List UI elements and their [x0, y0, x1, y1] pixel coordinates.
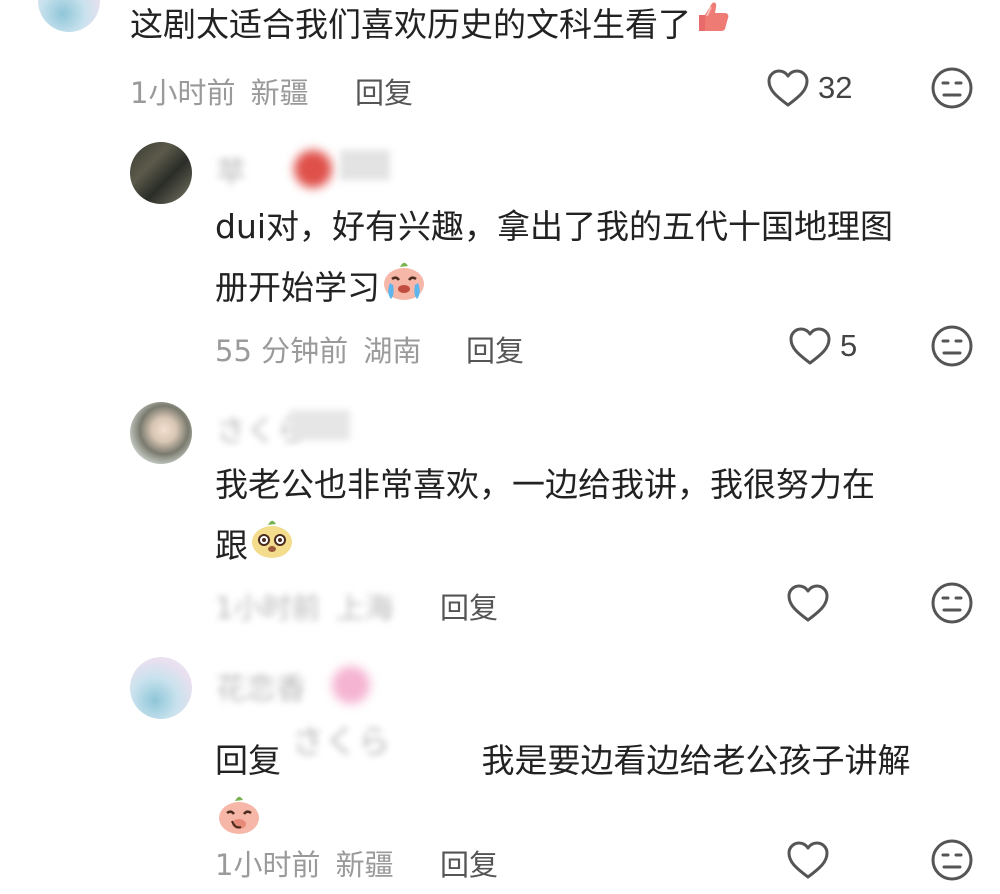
comment-location: 湖南 [363, 334, 422, 368]
unhappy-face-icon [930, 325, 974, 372]
user-badge [332, 666, 370, 704]
comment-text: dui对，好有兴趣，拿出了我的五代十国地理图 册开始学习 [215, 197, 975, 322]
username-suffix [340, 150, 390, 180]
avatar[interactable] [130, 402, 192, 464]
comment-meta: 1小时前 上海 [215, 585, 394, 627]
comment-time: 1小时前 [215, 848, 321, 882]
like-count: 5 [840, 328, 858, 363]
comment-text: 我老公也非常喜欢，一边给我讲，我很努力在 跟 [215, 455, 975, 580]
dislike-button[interactable] [930, 838, 974, 882]
crying-peach-icon [380, 257, 428, 322]
comment-meta: 55 分钟前 湖南 [215, 328, 421, 370]
dislike-button[interactable] [930, 581, 974, 625]
reply-button[interactable]: 回复 [440, 585, 498, 627]
avatar[interactable] [130, 142, 192, 204]
like-button[interactable]: 32 [766, 66, 852, 110]
dislike-button[interactable] [930, 324, 974, 368]
like-button[interactable] [786, 838, 830, 882]
avatar[interactable] [130, 657, 192, 719]
dislike-button[interactable] [930, 66, 974, 110]
comment-time: 1小时前 [215, 591, 321, 625]
like-button[interactable] [786, 581, 830, 625]
unhappy-face-icon [930, 582, 974, 629]
unhappy-face-icon [930, 67, 974, 114]
comment-time: 1小时前 [130, 76, 236, 110]
comment-location: 新疆 [335, 848, 394, 882]
comment-meta: 1小时前 新疆 [130, 70, 309, 112]
comment-text: 回复 さくら 我是要边看边给老公孩子讲解 [215, 712, 975, 856]
unhappy-face-icon [930, 839, 974, 886]
comment-location: 新疆 [250, 76, 309, 110]
comment-meta: 1小时前 新疆 [215, 842, 394, 884]
reply-target-user[interactable]: さくら [292, 712, 482, 772]
username[interactable]: 花恋香 [216, 664, 306, 708]
comment-time: 55 分钟前 [215, 334, 349, 368]
like-count: 32 [818, 70, 853, 105]
username[interactable]: 苹 [216, 148, 246, 192]
like-button[interactable]: 5 [788, 324, 857, 368]
heart-icon [786, 840, 830, 880]
heart-icon [788, 326, 832, 366]
username-suffix [290, 410, 350, 440]
reply-button[interactable]: 回复 [466, 328, 524, 370]
thumbs-up-icon [691, 0, 735, 58]
peach-face-icon [248, 515, 296, 580]
comment-text: 这剧太适合我们喜欢历史的文科生看了 [130, 0, 735, 58]
reply-button[interactable]: 回复 [355, 70, 413, 112]
heart-icon [766, 68, 810, 108]
avatar[interactable] [38, 0, 100, 32]
reply-button[interactable]: 回复 [440, 842, 498, 884]
heart-icon [786, 583, 830, 623]
comment-location: 上海 [335, 591, 394, 625]
reply-prefix: 回复 [215, 741, 281, 780]
user-badge [294, 150, 332, 188]
